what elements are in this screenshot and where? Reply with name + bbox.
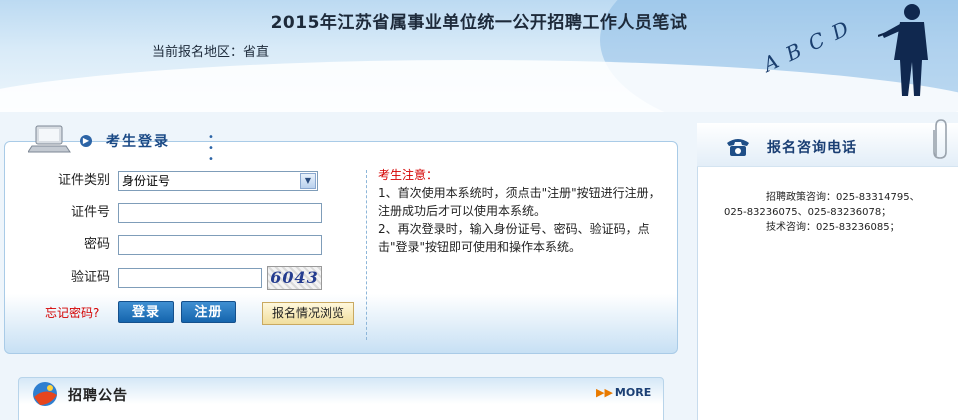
notice-title: 考生注意： — [378, 168, 439, 182]
password-label: 密码 — [83, 237, 110, 252]
contact-line-2: 025-83236075、025-83236078； — [724, 207, 892, 218]
title-dots: • • • — [208, 132, 217, 165]
id-type-label: 证件类别 — [57, 173, 110, 188]
register-button[interactable]: 注册 — [181, 301, 236, 323]
id-type-select[interactable]: 身份证号 ▼ — [118, 171, 318, 191]
captcha-input[interactable] — [118, 268, 262, 288]
login-button[interactable]: 登录 — [118, 301, 174, 323]
computer-icon — [28, 125, 71, 153]
id-type-value: 身份证号 — [122, 174, 171, 188]
id-number-input[interactable] — [118, 203, 322, 223]
region-label: 当前报名地区： — [152, 45, 244, 60]
contact-title: 报名咨询电话 — [767, 140, 857, 156]
region-value: 省直 — [243, 45, 270, 60]
current-region: 当前报名地区：省直 — [152, 41, 269, 60]
announcement-globe-icon — [33, 382, 57, 406]
contact-info: 招聘政策咨询：025-83314795、 025-83236075、025-83… — [724, 190, 956, 235]
browse-registration-button[interactable]: 报名情况浏览 — [262, 302, 354, 325]
contact-panel — [697, 123, 958, 420]
password-input[interactable] — [118, 235, 322, 255]
more-link[interactable]: ▶▶ MORE — [596, 386, 651, 399]
arrow-circle-icon: ▶ — [80, 135, 92, 147]
contact-line-1: 招聘政策咨询：025-83314795、 — [766, 192, 920, 203]
login-title: 考生登录 — [106, 134, 170, 150]
more-label: MORE — [614, 386, 652, 399]
forgot-password-link[interactable]: 忘记密码? — [45, 304, 99, 321]
paperclip-icon — [933, 119, 947, 159]
notice-item-2: 2、再次登录时，输入身份证号、密码、验证码，点击"登录"按钮即可使用和操作本系统… — [378, 222, 650, 254]
person-silhouette-icon — [878, 4, 928, 96]
phone-icon — [727, 139, 749, 156]
double-arrow-icon: ▶▶ — [596, 386, 613, 399]
id-number-label: 证件号 — [70, 205, 110, 220]
notice-block: 考生注意： 1、首次使用本系统时，须点击"注册"按钮进行注册，注册成功后才可以使… — [378, 166, 668, 256]
header-banner: 2015年江苏省属事业单位统一公开招聘工作人员笔试 当前报名地区：省直 A B … — [0, 0, 958, 112]
divider — [366, 170, 367, 340]
captcha-image[interactable]: 6043 — [267, 266, 322, 290]
notice-item-1: 1、首次使用本系统时，须点击"注册"按钮进行注册，注册成功后才可以使用本系统。 — [378, 186, 661, 218]
contact-line-3: 技术咨询：025-83236085； — [766, 222, 900, 233]
announcement-title: 招聘公告 — [68, 388, 128, 404]
chevron-down-icon[interactable]: ▼ — [300, 173, 316, 189]
captcha-label: 验证码 — [70, 270, 110, 285]
